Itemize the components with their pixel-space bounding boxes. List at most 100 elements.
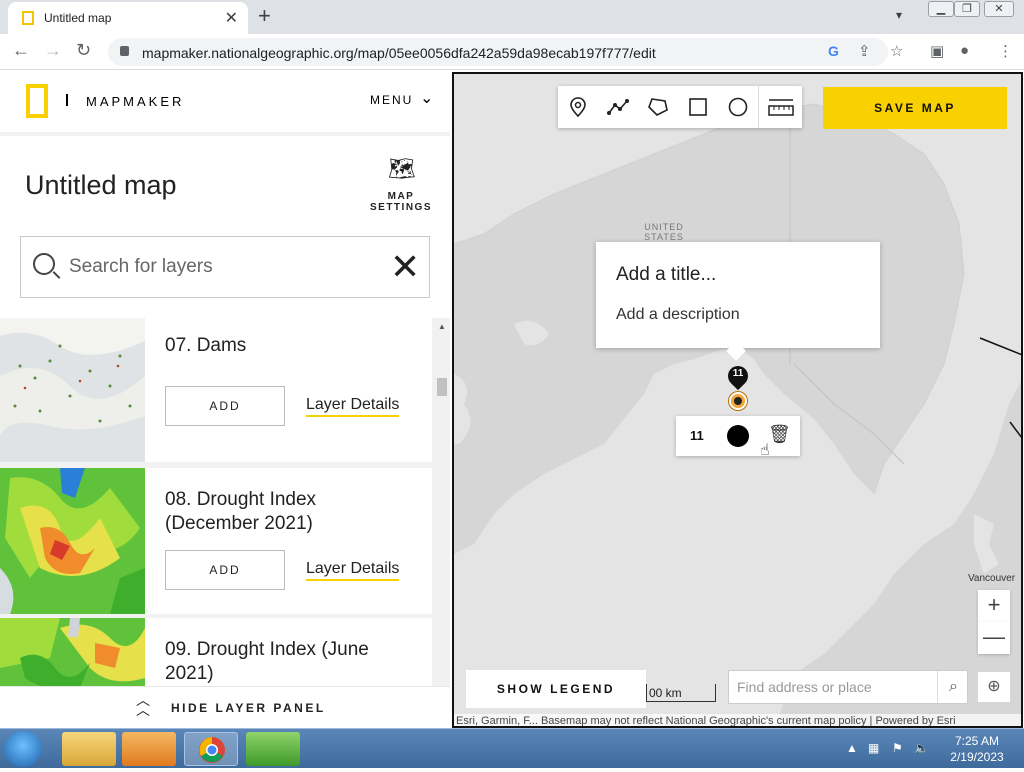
marker-style-bar: 11 🗑 bbox=[676, 416, 800, 456]
natgeo-favicon-icon bbox=[22, 11, 34, 25]
map-title[interactable]: Untitled map bbox=[25, 170, 177, 201]
map-marker-icon[interactable] bbox=[729, 392, 747, 410]
clock-date: 2/19/2023 bbox=[950, 750, 1004, 764]
logo-divider bbox=[66, 94, 68, 106]
header-divider bbox=[0, 132, 450, 136]
clock-time: 7:25 AM bbox=[954, 734, 1000, 748]
bookmark-star-icon[interactable]: ☆ bbox=[890, 42, 903, 60]
reload-icon[interactable]: ↻ bbox=[76, 40, 91, 61]
layer-list: 07. Dams ADD Layer Details 08. Drought I… bbox=[0, 318, 434, 686]
google-translate-icon[interactable]: G bbox=[828, 43, 839, 59]
volume-icon[interactable]: 🔈 bbox=[914, 741, 929, 755]
chevron-down-icon[interactable]: ⌄ bbox=[420, 88, 433, 108]
marker-size-value[interactable]: 11 bbox=[690, 428, 704, 443]
circle-icon[interactable] bbox=[718, 86, 758, 128]
marker-icon[interactable] bbox=[558, 86, 598, 128]
tab-search-chevron-icon[interactable]: ▾ bbox=[896, 8, 902, 22]
side-panel-icon[interactable]: ▣ bbox=[930, 42, 944, 60]
layer-name: 08. Drought Index (December 2021) bbox=[165, 489, 317, 534]
map-pin-number: 11 bbox=[732, 368, 744, 379]
chrome-icon[interactable] bbox=[184, 732, 238, 766]
show-legend-button[interactable]: SHOW LEGEND bbox=[466, 670, 646, 708]
csharp-app-icon[interactable] bbox=[246, 732, 300, 766]
map-settings-icon[interactable]: 🗺 bbox=[388, 156, 416, 182]
layer-card: 08. Drought Index (December 2021) ADD La… bbox=[0, 468, 432, 614]
scroll-up-arrow-icon[interactable]: ▲ bbox=[438, 322, 446, 331]
tab-title: Untitled map bbox=[44, 11, 112, 25]
popup-description-input[interactable]: Add a description bbox=[616, 306, 740, 324]
restore-window-button[interactable]: ❐ bbox=[954, 1, 980, 17]
layer-name: 07. Dams bbox=[165, 335, 247, 356]
line-icon[interactable] bbox=[598, 86, 638, 128]
layer-thumbnail-dams[interactable] bbox=[0, 318, 145, 462]
layer-list-scrollbar[interactable]: ▲ bbox=[434, 318, 450, 686]
layer-thumbnail-drought-jun[interactable] bbox=[0, 618, 145, 686]
clear-search-icon[interactable]: ✕ bbox=[390, 247, 420, 287]
layer-card: 07. Dams ADD Layer Details bbox=[0, 318, 432, 462]
close-window-button[interactable]: ✕ bbox=[984, 1, 1014, 17]
search-icon[interactable]: ⌕ bbox=[937, 671, 969, 703]
map-canvas[interactable]: UNITED STATES Vancouver SAVE MAP Add a t… bbox=[452, 72, 1023, 728]
layer-card: 09. Drought Index (June 2021) bbox=[0, 618, 432, 686]
menu-button[interactable]: MENU bbox=[370, 93, 413, 107]
file-explorer-icon[interactable] bbox=[62, 732, 116, 766]
browser-toolbar: ← → ↻ mapmaker.nationalgeographic.org/ma… bbox=[0, 34, 1024, 70]
browser-tab[interactable]: Untitled map ✕ bbox=[8, 2, 248, 34]
marker-popup: Add a title... Add a description bbox=[596, 242, 880, 361]
layer-panel: MAPMAKER MENU ⌄ Untitled map 🗺 MAP SETTI… bbox=[0, 70, 450, 728]
close-tab-icon[interactable]: ✕ bbox=[225, 8, 238, 28]
windows-taskbar: ▲ ▦ ⚑ 🔈 7:25 AM 2/19/2023 bbox=[0, 728, 1024, 768]
rectangle-icon[interactable] bbox=[678, 86, 718, 128]
browser-tabstrip: Untitled map ✕ + ▾ ▁ ❐ ✕ bbox=[0, 0, 1024, 34]
chevron-up-icon: ︿ ︿ bbox=[136, 692, 150, 718]
layer-details-link[interactable]: Layer Details bbox=[306, 560, 400, 581]
drawing-toolbar bbox=[558, 86, 802, 128]
brand-name: MAPMAKER bbox=[86, 94, 185, 109]
map-settings-label[interactable]: MAP SETTINGS bbox=[366, 191, 436, 213]
save-map-button[interactable]: SAVE MAP bbox=[823, 87, 1007, 129]
action-center-icon[interactable]: ⚑ bbox=[892, 741, 903, 755]
trash-icon[interactable]: 🗑 bbox=[768, 424, 791, 445]
layer-details-link[interactable]: Layer Details bbox=[306, 396, 400, 417]
locate-crosshair-icon[interactable]: ⊕ bbox=[978, 672, 1010, 702]
hand-cursor-icon: ☝ bbox=[760, 442, 770, 459]
layer-thumbnail-drought-dec[interactable] bbox=[0, 468, 145, 614]
layer-name: 09. Drought Index (June 2021) bbox=[165, 639, 369, 684]
city-label: Vancouver bbox=[968, 573, 1016, 584]
browser-menu-icon[interactable]: ⋮ bbox=[998, 42, 1013, 60]
new-tab-button[interactable]: + bbox=[258, 4, 271, 28]
tray-chevron-icon[interactable]: ▲ bbox=[846, 741, 858, 755]
zoom-in-button[interactable]: + bbox=[978, 590, 1010, 622]
layer-search-field[interactable]: Search for layers ✕ bbox=[20, 236, 430, 298]
back-arrow-icon[interactable]: ← bbox=[12, 40, 30, 61]
lock-icon bbox=[120, 46, 129, 56]
address-bar[interactable]: mapmaker.nationalgeographic.org/map/05ee… bbox=[108, 38, 888, 66]
search-input[interactable]: Search for layers bbox=[69, 256, 213, 278]
natgeo-logo[interactable] bbox=[26, 84, 48, 118]
network-icon[interactable]: ▦ bbox=[868, 741, 879, 755]
polygon-icon[interactable] bbox=[638, 86, 678, 128]
url-text[interactable]: mapmaker.nationalgeographic.org/map/05ee… bbox=[142, 45, 656, 61]
scrollbar-thumb[interactable] bbox=[437, 378, 447, 396]
add-layer-button[interactable]: ADD bbox=[165, 386, 285, 426]
measure-icon[interactable] bbox=[758, 86, 802, 128]
profile-avatar-icon[interactable]: ● bbox=[960, 42, 969, 59]
share-icon[interactable]: ⇪ bbox=[858, 42, 871, 60]
hide-layer-panel-label: HIDE LAYER PANEL bbox=[171, 701, 326, 715]
map-scale-bar: 00 km bbox=[646, 684, 716, 702]
search-icon-handle bbox=[52, 271, 61, 279]
hide-layer-panel-button[interactable]: ︿ ︿ HIDE LAYER PANEL bbox=[0, 686, 450, 728]
map-attribution: Esri, Garmin, F... Basemap may not refle… bbox=[454, 714, 1021, 726]
find-address-input[interactable]: Find address or place bbox=[737, 679, 872, 695]
popup-title-input[interactable]: Add a title... bbox=[616, 264, 716, 286]
start-button[interactable] bbox=[4, 731, 42, 767]
marker-center bbox=[734, 397, 742, 405]
system-clock[interactable]: 7:25 AM 2/19/2023 bbox=[944, 733, 1010, 765]
minimize-window-button[interactable]: ▁ bbox=[928, 1, 954, 17]
forward-arrow-icon[interactable]: → bbox=[44, 40, 62, 61]
add-layer-button[interactable]: ADD bbox=[165, 550, 285, 590]
zoom-out-button[interactable]: — bbox=[978, 622, 1010, 654]
media-player-icon[interactable] bbox=[122, 732, 176, 766]
find-address-field[interactable]: Find address or place ⌕ bbox=[728, 670, 968, 704]
marker-color-swatch[interactable] bbox=[727, 425, 749, 447]
